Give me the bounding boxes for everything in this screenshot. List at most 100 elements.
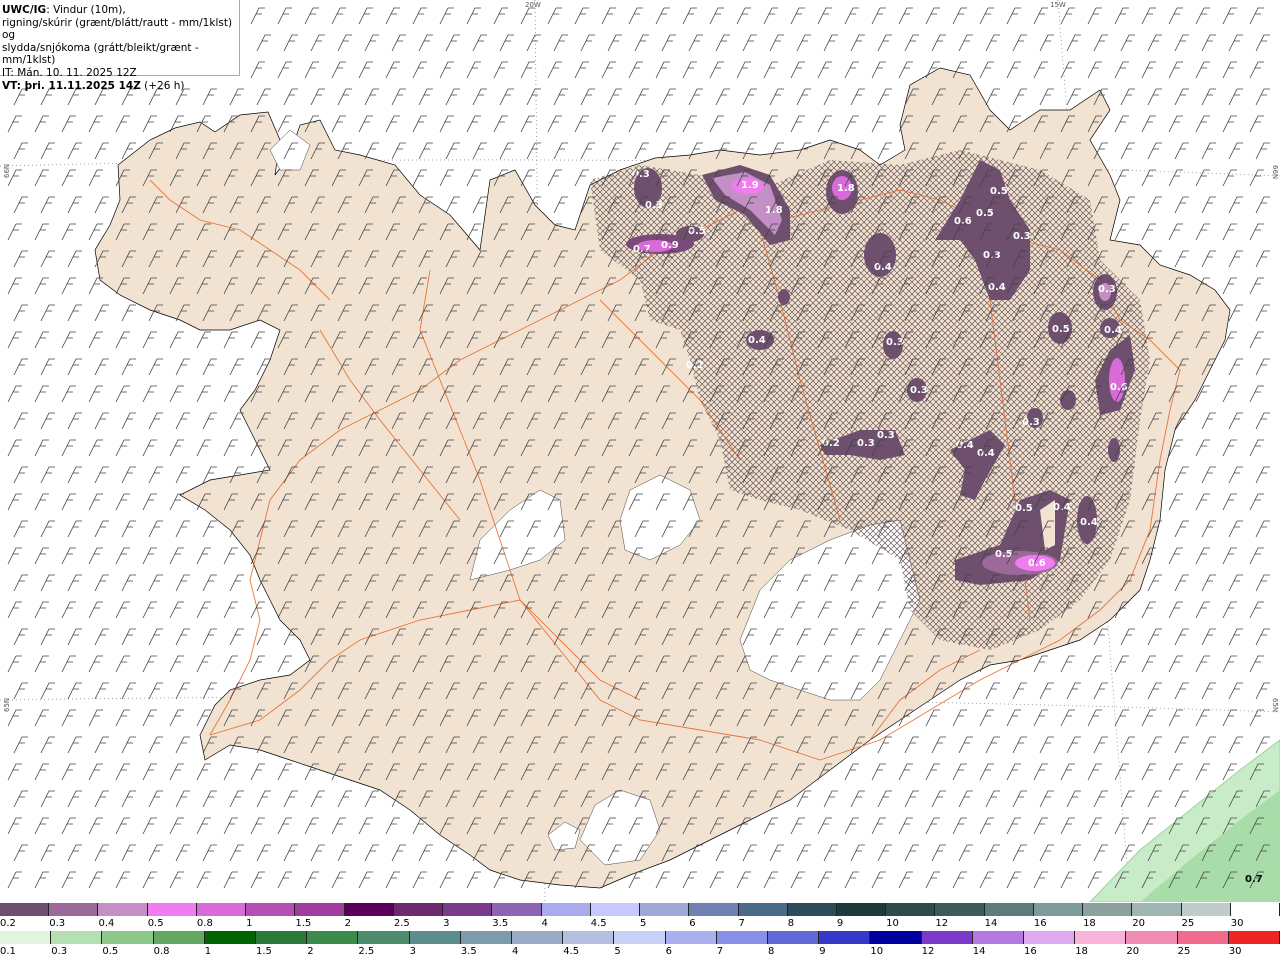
- forecast-offset: (+26 h): [140, 79, 185, 92]
- scale-swatch: [344, 903, 394, 916]
- scale-swatch: [0, 903, 50, 916]
- scale-label: 3: [409, 946, 416, 957]
- lon-label-15w: 15W: [1050, 1, 1066, 9]
- scale-swatch: [147, 903, 197, 916]
- scale-label: 14: [972, 946, 986, 957]
- precip-label: 0.4: [977, 448, 995, 459]
- scale-swatch: [836, 903, 887, 916]
- scale-swatch: [1230, 903, 1280, 916]
- scale-label: 0.5: [102, 946, 119, 957]
- scale-label: 14: [984, 918, 998, 929]
- precip-label: 0.3: [1098, 284, 1116, 295]
- scale-label: 9: [836, 918, 844, 929]
- scale-label: 16: [1024, 946, 1037, 957]
- scale-label: 5: [640, 918, 647, 929]
- precip-label: 0.5: [688, 226, 706, 237]
- precip-label: 1.8: [765, 205, 783, 216]
- scale-swatch: [1181, 903, 1231, 916]
- scale-label: 2: [344, 918, 351, 929]
- lon-label-20w: 20W: [525, 1, 541, 9]
- scale-label: 4: [512, 946, 519, 957]
- scale-label: 0.8: [196, 918, 213, 929]
- scale-swatch: [196, 903, 247, 916]
- precip-label: 0.3: [877, 430, 895, 441]
- precip-label: 0.4: [1080, 517, 1098, 528]
- scale-swatch: [0, 931, 52, 944]
- scale-swatch: [358, 931, 410, 944]
- scale-swatch: [768, 931, 820, 944]
- scale-swatch: [512, 931, 564, 944]
- scale-label: 0.4: [98, 918, 115, 929]
- scale-swatch: [984, 903, 1034, 916]
- precip-label: 0.4: [874, 262, 892, 273]
- precip-label: 0.3: [886, 337, 904, 348]
- scale-label: 6: [665, 946, 672, 957]
- scale-label: 18: [1083, 918, 1096, 929]
- scale-label: 7: [716, 946, 724, 957]
- scale-swatch: [1126, 931, 1178, 944]
- scale-label: 12: [921, 946, 935, 957]
- snow-scale-labels: 0.2 0.3 0.4 0.5 0.8 1 1.5 2 2.5 3 3.5 4 4.5 5 6 7 8 9 10 12…: [0, 918, 1280, 930]
- scale-label: 30: [1230, 918, 1244, 929]
- precip-label: 0.6: [1110, 382, 1128, 393]
- scale-label: 10: [870, 946, 884, 957]
- scale-swatch: [1083, 903, 1133, 916]
- model-name: UWC/IG: [2, 4, 47, 16]
- scale-label: 4: [541, 918, 548, 929]
- scale-label: 2: [307, 946, 314, 957]
- scale-label: 8: [768, 946, 775, 957]
- scale-swatch: [563, 931, 615, 944]
- scale-swatch: [1024, 931, 1076, 944]
- precip-label: 0.3: [857, 438, 875, 449]
- lat-label-right-65n: 65N: [1271, 698, 1279, 713]
- scale-label: 1: [246, 918, 253, 929]
- scale-label: 0.3: [51, 946, 68, 957]
- init-time: IT: Mán. 10. 11. 2025 12Z: [2, 66, 137, 79]
- scale-swatch: [102, 931, 154, 944]
- scale-label: 3: [443, 918, 450, 929]
- scale-label: 6: [689, 918, 696, 929]
- scale-swatch: [153, 931, 205, 944]
- lat-label-left-65n: 65N: [3, 697, 11, 712]
- scale-label: 0.5: [147, 918, 164, 929]
- scale-swatch: [443, 903, 493, 916]
- title-line3: slydda/snjókoma (grátt/bleikt/grænt - mm…: [2, 41, 199, 67]
- scale-swatch: [787, 903, 837, 916]
- precip-label: 0.3: [910, 385, 928, 396]
- scale-swatch: [1132, 903, 1182, 916]
- scale-swatch: [307, 931, 359, 944]
- map-title-box: UWC/IG: Vindur (10m), rigning/skúrir (gr…: [0, 0, 240, 92]
- scale-swatch: [409, 931, 461, 944]
- precip-label: 0.9: [661, 240, 679, 251]
- scale-label: 20: [1132, 918, 1146, 929]
- title-line2: rigning/skúrir (grænt/blátt/rautt - mm/1…: [2, 16, 233, 42]
- precip-label: 0.3: [1013, 231, 1031, 242]
- scale-swatch: [1177, 931, 1229, 944]
- scale-swatch: [614, 931, 666, 944]
- precip-label: 1.9: [741, 180, 759, 191]
- scale-swatch: [921, 931, 973, 944]
- title-line1: : Vindur (10m),: [46, 4, 126, 16]
- scale-label: 9: [819, 946, 826, 957]
- scale-swatch: [590, 903, 641, 916]
- scale-swatch: [541, 903, 591, 916]
- scale-swatch: [256, 931, 308, 944]
- scale-swatch: [1075, 931, 1127, 944]
- scale-swatch: [1033, 903, 1084, 916]
- scale-swatch: [246, 903, 296, 916]
- scale-swatch: [819, 931, 871, 944]
- scale-label: 18: [1075, 946, 1088, 957]
- scale-label: 16: [1033, 918, 1047, 929]
- precip-label: 0.6: [1028, 558, 1046, 569]
- scale-label: 10: [886, 918, 899, 929]
- scale-label: 25: [1177, 946, 1191, 957]
- precip-label: 0.5: [1052, 324, 1070, 335]
- valid-time: VT: þri. 11.11.2025 14Z: [2, 79, 141, 92]
- scale-swatch: [1228, 931, 1280, 944]
- precip-label: 0.5: [976, 208, 994, 219]
- precip-label: 0.5: [990, 186, 1008, 197]
- scale-label: 20: [1126, 946, 1140, 957]
- precip-label: 0.6: [954, 216, 972, 227]
- scale-swatch: [738, 903, 788, 916]
- scale-swatch: [640, 903, 690, 916]
